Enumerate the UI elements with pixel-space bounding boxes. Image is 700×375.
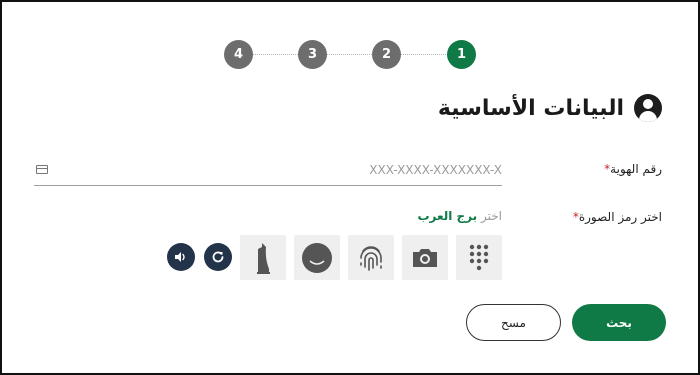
captcha-option-keypad[interactable] bbox=[456, 235, 502, 280]
captcha-label-text: اختر رمز الصورة bbox=[578, 210, 662, 224]
id-number-field[interactable] bbox=[34, 154, 502, 186]
captcha-hint-target: برج العرب bbox=[417, 209, 478, 223]
step-2[interactable]: 2 bbox=[372, 40, 401, 69]
camera-icon bbox=[413, 248, 437, 267]
keypad-icon bbox=[469, 244, 489, 270]
step-3[interactable]: 3 bbox=[298, 40, 327, 69]
clear-button[interactable]: مسح bbox=[466, 304, 561, 341]
step-connector bbox=[401, 54, 446, 55]
step-connector bbox=[327, 54, 372, 55]
progress-stepper: 4 3 2 1 bbox=[224, 40, 476, 70]
captcha-hint-prefix: اختر bbox=[481, 209, 502, 223]
captcha-label: اختر رمز الصورة* bbox=[573, 210, 662, 224]
step-connector bbox=[253, 54, 298, 55]
smiley-face-icon bbox=[302, 242, 332, 273]
captcha-option-camera[interactable] bbox=[402, 235, 448, 280]
captcha-option-burj-al-arab[interactable] bbox=[240, 235, 286, 280]
captcha-option-fingerprint[interactable] bbox=[348, 235, 394, 280]
id-number-label: رقم الهوية* bbox=[604, 162, 662, 176]
search-button[interactable]: بحث bbox=[572, 304, 666, 341]
refresh-captcha-button[interactable] bbox=[204, 243, 232, 271]
id-number-input[interactable] bbox=[48, 162, 502, 177]
audio-captcha-button[interactable] bbox=[167, 243, 195, 271]
speaker-icon bbox=[175, 252, 185, 262]
burj-al-arab-icon bbox=[257, 242, 270, 274]
id-number-label-text: رقم الهوية bbox=[610, 162, 662, 176]
section-heading: البيانات الأساسية bbox=[438, 94, 662, 122]
user-circle-icon bbox=[634, 94, 662, 122]
form-card: 4 3 2 1 البيانات الأساسية رقم الهوية* اخ… bbox=[0, 0, 700, 375]
captcha-hint: اختر برج العرب bbox=[412, 209, 502, 223]
id-card-icon bbox=[36, 165, 48, 174]
captcha-option-face[interactable] bbox=[294, 235, 340, 280]
fingerprint-icon bbox=[360, 245, 382, 271]
step-4[interactable]: 4 bbox=[224, 40, 253, 69]
refresh-icon bbox=[212, 251, 224, 263]
section-title: البيانات الأساسية bbox=[437, 95, 624, 121]
step-1[interactable]: 1 bbox=[447, 40, 476, 69]
